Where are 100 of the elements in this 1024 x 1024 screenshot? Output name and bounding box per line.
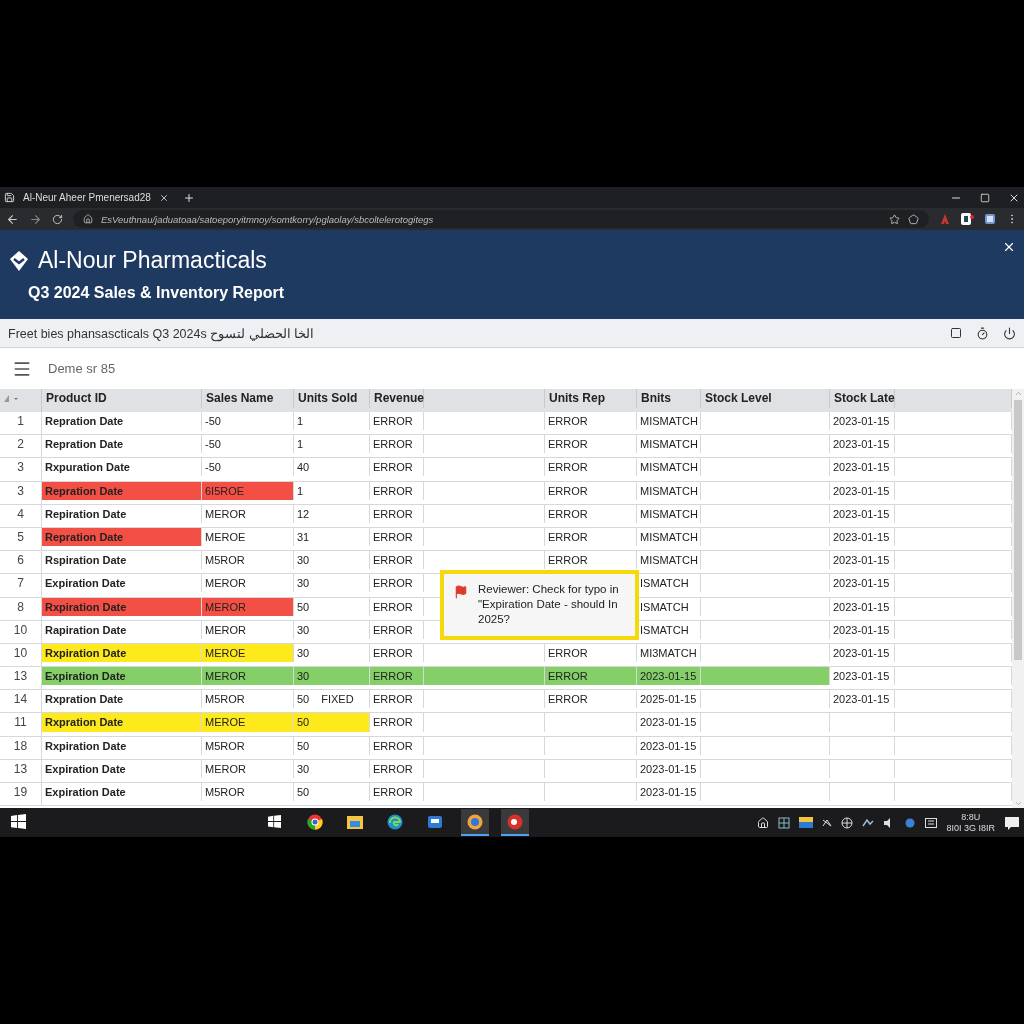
cell-value: 50: [297, 693, 310, 706]
table-cell: 50: [294, 597, 370, 616]
table-cell: 2023-01-15: [830, 551, 895, 570]
table-cell: Rxpiration Date: [42, 736, 202, 755]
network-icon[interactable]: [862, 816, 875, 829]
table-cell: 2023-01-15: [830, 690, 895, 709]
timer-button[interactable]: [976, 326, 989, 340]
close-icon[interactable]: [158, 192, 169, 203]
tray-icon[interactable]: [822, 817, 833, 828]
home-icon[interactable]: [757, 816, 770, 829]
row-number: 18: [0, 736, 42, 755]
table-cell: ERROR: [370, 736, 424, 755]
table-cell: ERROR: [370, 620, 424, 639]
globe-icon[interactable]: [841, 816, 854, 829]
windows-icon: [268, 815, 282, 828]
tab-title: Al-Neur Aheer Pmenersad28: [23, 192, 151, 203]
logo-icon: [8, 249, 30, 272]
highlighted-cell: Rxpration Date: [42, 713, 202, 732]
table-cell: Rxpuration Date: [42, 458, 202, 477]
table-cell: 2025-01-15: [637, 690, 701, 709]
table-cell: ERROR: [370, 643, 424, 662]
table-cell: 31: [294, 527, 370, 547]
column-header[interactable]: Bnits: [637, 389, 701, 408]
table-cell: 1: [294, 412, 370, 431]
table-cell: 2023-01-15: [830, 412, 895, 431]
pentagon-icon[interactable]: [908, 213, 919, 225]
column-header[interactable]: Units Rep: [545, 389, 637, 408]
highlighted-cell: MEROR: [202, 667, 294, 686]
notification-icon[interactable]: [1004, 814, 1020, 831]
table-cell: MISMATCH: [637, 412, 701, 431]
windows-icon: [10, 814, 26, 829]
table-cell: Expiration Date: [42, 759, 202, 778]
forward-icon[interactable]: [29, 212, 42, 226]
table-cell: Expiration Date: [42, 574, 202, 593]
column-header[interactable]: Revenue: [370, 389, 424, 408]
table-cell: MISMATCH: [637, 435, 701, 454]
table-cell: MISMATCH: [637, 504, 701, 523]
table-cell: 30: [294, 759, 370, 778]
table-cell: 2023-01-15: [637, 783, 701, 802]
browser-taskbar-button[interactable]: [460, 809, 489, 836]
address-bar[interactable]: EsVeuthnau/jaduatoaa/satoeporyitmnoy/somtkorry/pglaolay/sbcoltelerotogitegs: [73, 210, 929, 228]
browser-icon: [466, 813, 483, 830]
table-cell: ERROR: [370, 759, 424, 778]
row-number: 13: [0, 759, 42, 778]
power-button[interactable]: [1003, 326, 1016, 340]
column-header[interactable]: Stock Level: [701, 389, 830, 408]
table-cell: ERROR: [545, 551, 637, 570]
table-cell: ERROR: [370, 527, 424, 547]
new-tab-icon[interactable]: [182, 191, 195, 204]
reload-icon[interactable]: [52, 213, 63, 225]
table-cell: ERROR: [370, 458, 424, 477]
table-cell: ERROR: [370, 504, 424, 523]
app-icon: [506, 813, 523, 830]
table-cell: 50: [294, 736, 370, 755]
table-cell: MEROR: [202, 504, 294, 523]
table-cell: MISMATCH: [637, 458, 701, 477]
extension-icon[interactable]: [984, 213, 996, 225]
column-header[interactable]: Product ID: [42, 389, 202, 408]
table-cell: 30: [294, 551, 370, 570]
table-cell: 30: [294, 643, 370, 662]
back-icon[interactable]: [6, 212, 19, 226]
browser-tab[interactable]: Al-Neur Aheer Pmenersad28: [4, 187, 175, 208]
clock[interactable]: 8:8U 8I0I 3G I8IR: [946, 811, 995, 834]
table-cell: 2023-01-15: [830, 435, 895, 454]
table-cell: 2023-01-15: [637, 736, 701, 755]
table-cell: ERROR: [545, 458, 637, 477]
table-cell: 2023-01-15: [830, 667, 895, 686]
window-icon: [426, 813, 443, 830]
row-number: 3: [0, 458, 42, 477]
table-cell: Expiration Date: [42, 783, 202, 802]
star-icon[interactable]: [889, 213, 900, 225]
status-label: FIXED: [321, 693, 354, 706]
table-cell: 2023-01-15: [637, 713, 701, 732]
column-header[interactable]: Units Sold: [294, 389, 370, 408]
highlighted-cell: 30: [294, 667, 370, 686]
table-cell: 12: [294, 504, 370, 523]
toolbar-title: Deme sr 85: [48, 361, 116, 376]
highlighted-cell: ERROR: [545, 667, 637, 686]
column-header[interactable]: Sales Name: [202, 389, 294, 408]
tray-icon[interactable]: [904, 816, 917, 829]
table-cell: 2023-01-15: [830, 620, 895, 639]
column-header[interactable]: Stock Late: [830, 389, 895, 408]
table-cell: 2023-01-15: [830, 643, 895, 662]
app-taskbar-button[interactable]: [500, 809, 529, 836]
maximize-icon[interactable]: [980, 192, 990, 203]
table-cell: ERROR: [370, 597, 424, 616]
grid-icon[interactable]: [778, 816, 791, 829]
row-number: 1: [0, 412, 42, 431]
extension-icon[interactable]: [961, 213, 974, 225]
close-button[interactable]: [1002, 240, 1016, 254]
table-cell: 50: [294, 783, 370, 802]
table-cell: Repiration Date: [42, 504, 202, 523]
table-cell: MISMATCH: [637, 481, 701, 500]
square-button[interactable]: [950, 327, 962, 339]
table-cell: Rspiration Date: [42, 551, 202, 570]
table-cell: Repration Date: [42, 412, 202, 431]
table-cell: 1: [294, 435, 370, 454]
company-name: Al-Nour Pharmacticals: [38, 247, 267, 274]
folder-icon[interactable]: [799, 817, 814, 828]
table-cell: M5ROR: [202, 551, 294, 570]
